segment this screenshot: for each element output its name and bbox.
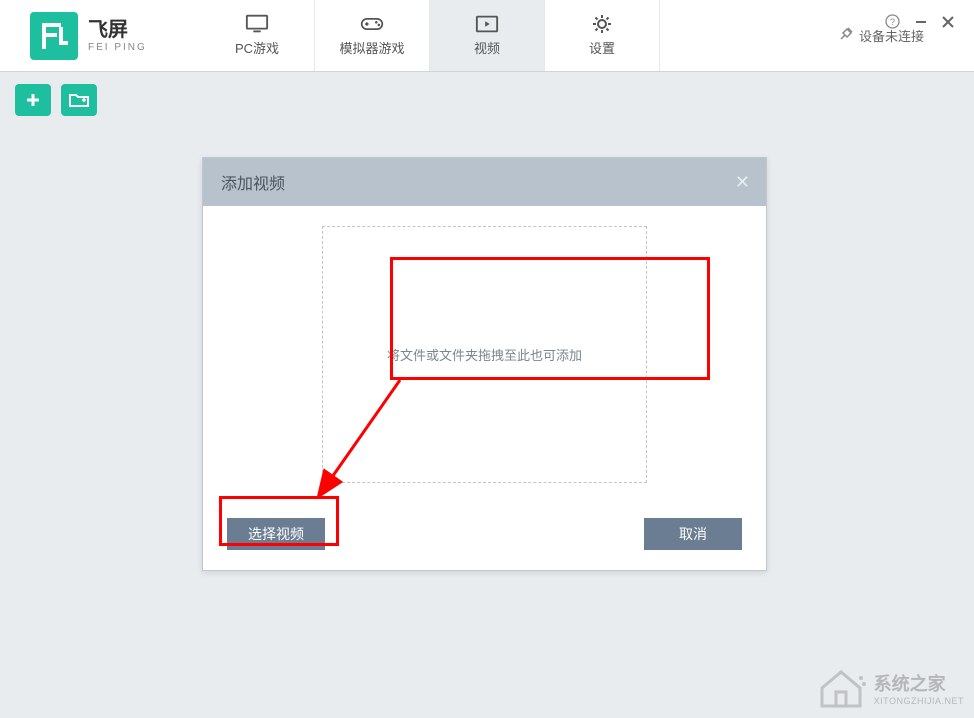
watermark-en: XITONGZHIJIA.NET: [874, 696, 964, 706]
add-video-dialog: 添加视频 ✕ 将文件或文件夹拖拽至此也可添加 选择视频 取消: [202, 157, 767, 571]
tab-label: 视频: [474, 38, 500, 57]
drop-zone[interactable]: 将文件或文件夹拖拽至此也可添加: [322, 226, 647, 483]
dialog-footer: 选择视频 取消: [203, 503, 766, 570]
monitor-icon: [245, 14, 269, 34]
house-icon: [816, 666, 866, 710]
cancel-button[interactable]: 取消: [644, 518, 742, 550]
help-icon[interactable]: ?: [885, 14, 900, 32]
watermark-text: 系统之家 XITONGZHIJIA.NET: [874, 670, 964, 706]
gamepad-icon: [360, 14, 384, 34]
logo-text: 飞屏 FEI PING: [88, 18, 147, 54]
watermark: 系统之家 XITONGZHIJIA.NET: [816, 666, 964, 710]
plug-icon: [838, 26, 854, 45]
add-button[interactable]: [15, 84, 51, 116]
window-controls: ?: [885, 14, 954, 32]
tab-video[interactable]: 视频: [430, 0, 545, 71]
nav-tabs: PC游戏 模拟器游戏 视频 设置: [200, 0, 660, 71]
tab-settings[interactable]: 设置: [545, 0, 660, 71]
drop-hint-text: 将文件或文件夹拖拽至此也可添加: [387, 345, 582, 364]
logo-area: 飞屏 FEI PING: [0, 0, 200, 71]
close-icon[interactable]: ✕: [735, 172, 750, 193]
dialog-title: 添加视频: [221, 170, 285, 194]
svg-text:?: ?: [890, 17, 895, 27]
app-name-cn: 飞屏: [88, 18, 147, 42]
app-header: 飞屏 FEI PING PC游戏 模拟器游戏 视频 设置: [0, 0, 974, 72]
tab-label: 设置: [589, 38, 615, 57]
dialog-header: 添加视频 ✕: [203, 158, 766, 206]
watermark-cn: 系统之家: [874, 670, 964, 696]
select-video-button[interactable]: 选择视频: [227, 518, 325, 550]
gear-icon: [590, 14, 614, 34]
tab-emulator-games[interactable]: 模拟器游戏: [315, 0, 430, 71]
close-button[interactable]: [942, 16, 954, 31]
app-name-en: FEI PING: [88, 42, 147, 54]
minimize-button[interactable]: [914, 15, 928, 32]
add-folder-button[interactable]: [61, 84, 97, 116]
dialog-body: 将文件或文件夹拖拽至此也可添加: [203, 206, 766, 503]
app-logo-icon: [30, 12, 78, 60]
tab-label: PC游戏: [235, 38, 279, 57]
tab-pc-games[interactable]: PC游戏: [200, 0, 315, 71]
toolbar: [0, 72, 974, 128]
video-play-icon: [475, 14, 499, 34]
tab-label: 模拟器游戏: [339, 38, 404, 57]
header-right: 设备未连接: [838, 0, 974, 71]
